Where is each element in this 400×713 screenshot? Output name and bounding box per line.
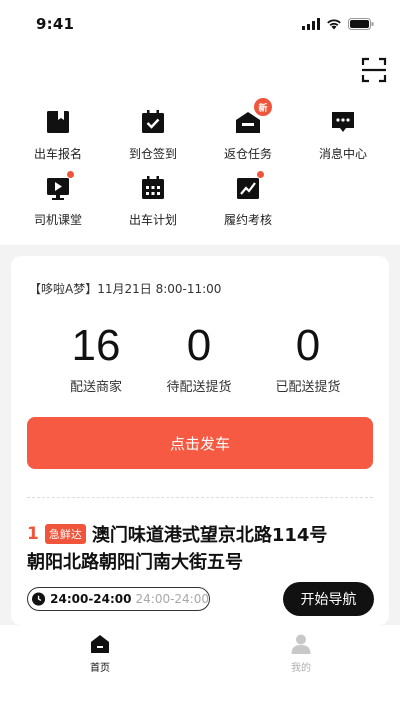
stat-pending: 0 待配送提货 bbox=[139, 320, 259, 395]
card-header: 【哆啦A梦】11月21日 8:00-11:00 bbox=[29, 282, 222, 296]
chart-icon bbox=[234, 171, 264, 202]
battery-icon bbox=[348, 18, 374, 30]
grid-label: 到仓签到 bbox=[128, 147, 177, 161]
task-address: 朝阳北路朝阳门南大街五号 bbox=[27, 552, 243, 573]
grid-label: 履约考核 bbox=[223, 213, 272, 227]
notification-dot bbox=[67, 171, 74, 178]
grid-row-1: 出车报名 到仓签到 新 返仓任务 消息中心 bbox=[0, 98, 400, 172]
time-main: 24:00-24:00 bbox=[50, 592, 132, 606]
stat-merchants: 16 配送商家 bbox=[36, 320, 156, 395]
status-icons bbox=[302, 18, 374, 30]
grid-row-2: 司机课堂 出车计划 履约考核 bbox=[0, 166, 400, 238]
depart-button[interactable]: 点击发车 bbox=[27, 417, 373, 469]
grid-label: 出车报名 bbox=[33, 147, 82, 161]
message-icon bbox=[329, 108, 357, 136]
stat-label: 配送商家 bbox=[69, 380, 122, 395]
tab-mine[interactable]: 我的 bbox=[271, 633, 331, 674]
stat-label: 待配送提货 bbox=[166, 380, 232, 395]
calendar-icon bbox=[139, 174, 167, 202]
grid-item-checkin[interactable]: 到仓签到 bbox=[103, 100, 203, 172]
stat-label: 已配送提货 bbox=[275, 380, 341, 395]
user-icon bbox=[291, 634, 311, 654]
grid-item-departure-plan[interactable]: 出车计划 bbox=[103, 166, 203, 238]
stat-delivered: 0 已配送提货 bbox=[248, 320, 368, 395]
stat-value: 0 bbox=[295, 321, 321, 370]
grid-item-return-task[interactable]: 新 返仓任务 bbox=[198, 98, 298, 172]
calendar-check-icon bbox=[139, 108, 167, 136]
scan-icon bbox=[361, 57, 387, 83]
home-indicator bbox=[134, 699, 266, 704]
delivery-card: 【哆啦A梦】11月21日 8:00-11:00 16 配送商家 0 待配送提货 … bbox=[11, 256, 389, 625]
signal-icon bbox=[302, 18, 320, 30]
new-badge: 新 bbox=[254, 98, 272, 116]
clock-icon bbox=[32, 592, 46, 606]
stat-value: 16 bbox=[71, 321, 121, 370]
status-bar: 9:41 bbox=[0, 0, 400, 48]
video-class-icon bbox=[44, 171, 74, 202]
grid-label: 司机课堂 bbox=[33, 213, 82, 227]
grid-item-driver-class[interactable]: 司机课堂 bbox=[8, 166, 108, 238]
task-header[interactable]: 1 急鲜达 澳门味道港式望京北路114号 bbox=[27, 521, 327, 547]
divider bbox=[27, 497, 373, 498]
time-window: 24:00-24:00 24:00-24:00 bbox=[27, 587, 210, 611]
task-index: 1 bbox=[27, 524, 39, 544]
status-time: 9:41 bbox=[36, 15, 75, 33]
grid-item-performance[interactable]: 履约考核 bbox=[198, 166, 298, 238]
wifi-icon bbox=[327, 19, 341, 30]
tab-label: 我的 bbox=[291, 663, 311, 674]
grid-item-signup[interactable]: 出车报名 bbox=[8, 100, 108, 172]
grid-label: 返仓任务 bbox=[223, 147, 272, 161]
home-icon bbox=[91, 635, 109, 653]
grid-label: 消息中心 bbox=[318, 147, 367, 161]
tab-label: 首页 bbox=[90, 663, 110, 674]
bookmark-icon bbox=[44, 108, 72, 136]
time-sub: 24:00-24:00 bbox=[135, 592, 210, 606]
warehouse-icon: 新 bbox=[234, 98, 272, 136]
grid-item-messages[interactable]: 消息中心 bbox=[293, 100, 393, 172]
scan-button[interactable] bbox=[361, 57, 387, 83]
stat-value: 0 bbox=[186, 321, 212, 370]
grid-label: 出车计划 bbox=[128, 213, 177, 227]
task-tag: 急鲜达 bbox=[44, 524, 86, 544]
task-title: 澳门味道港式望京北路114号 bbox=[91, 525, 328, 546]
start-navigation-button[interactable]: 开始导航 bbox=[283, 582, 374, 616]
notification-dot bbox=[257, 171, 264, 178]
tab-home[interactable]: 首页 bbox=[70, 633, 130, 674]
